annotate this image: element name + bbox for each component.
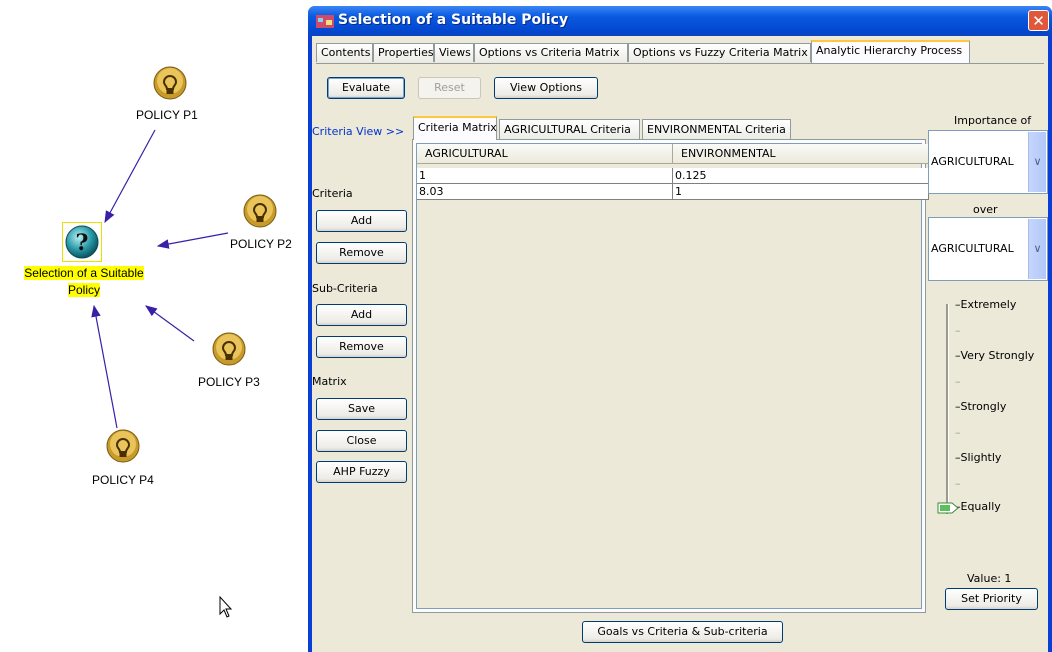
arrow-p3	[145, 305, 195, 342]
title-bar[interactable]: Selection of a Suitable Policy ✕	[308, 6, 1052, 36]
criteria-matrix-table: AGRICULTURAL ENVIRONMENTAL 1 0.125 8.03 …	[416, 143, 929, 609]
lightbulb-icon[interactable]	[153, 66, 187, 104]
table-cell[interactable]: 1	[417, 168, 673, 184]
slider-minor-tick: –	[955, 477, 961, 490]
close-button[interactable]: Close	[316, 430, 407, 452]
lightbulb-icon[interactable]	[212, 332, 246, 370]
slider-label-extremely: –Extremely	[955, 298, 1017, 311]
window-title: Selection of a Suitable Policy	[338, 12, 569, 28]
add-sub-criteria-button[interactable]: Add	[316, 304, 407, 326]
slider-label-very-strongly: –Very Strongly	[955, 349, 1035, 362]
policy-label: POLICY P3	[198, 375, 260, 389]
criteria-matrix-panel: AGRICULTURAL ENVIRONMENTAL 1 0.125 8.03 …	[412, 139, 929, 613]
slider-label-equally: –Equally	[955, 500, 1001, 513]
importance-slider-track[interactable]	[946, 304, 949, 514]
arrow-p1	[104, 129, 156, 224]
importance-second-select[interactable]: AGRICULTURAL ∨	[928, 217, 1048, 281]
over-label: over	[973, 203, 998, 216]
tab-contents[interactable]: Contents	[316, 43, 373, 62]
slider-minor-tick: –	[955, 324, 961, 337]
criteria-label: Criteria	[312, 187, 353, 200]
tab-agricultural-criteria[interactable]: AGRICULTURAL Criteria	[499, 119, 640, 139]
tab-properties[interactable]: Properties	[373, 43, 434, 62]
tab-analytic-hierarchy-process[interactable]: Analytic Hierarchy Process	[811, 40, 970, 63]
policy-label: POLICY P1	[136, 108, 198, 122]
policy-label: POLICY P4	[92, 473, 154, 487]
lightbulb-icon[interactable]	[243, 194, 277, 232]
ahp-window: Selection of a Suitable Policy ✕ Content…	[308, 6, 1052, 652]
arrow-p2	[156, 232, 229, 249]
tab-criteria-matrix[interactable]: Criteria Matrix	[413, 116, 497, 140]
column-header-environmental[interactable]: ENVIRONMENTAL	[673, 144, 929, 164]
tab-divider	[316, 63, 1044, 64]
evaluate-button[interactable]: Evaluate	[327, 77, 405, 99]
importance-of-label: Importance of	[954, 114, 1032, 127]
remove-sub-criteria-button[interactable]: Remove	[316, 336, 407, 358]
matrix-label: Matrix	[312, 375, 347, 388]
lightbulb-icon[interactable]	[106, 429, 140, 467]
importance-first-select[interactable]: AGRICULTURAL ∨	[928, 130, 1048, 194]
view-options-button[interactable]: View Options	[494, 77, 598, 99]
second-selected-value: AGRICULTURAL	[931, 242, 1014, 255]
table-header: AGRICULTURAL ENVIRONMENTAL	[417, 144, 929, 164]
slider-label-strongly: –Strongly	[955, 400, 1007, 413]
reset-button[interactable]: Reset	[418, 77, 481, 99]
set-priority-button[interactable]: Set Priority	[945, 588, 1038, 610]
svg-text:?: ?	[76, 230, 89, 256]
criteria-view-link[interactable]: Criteria View >>	[312, 125, 404, 138]
add-criteria-button[interactable]: Add	[316, 210, 407, 232]
policy-label: POLICY P2	[230, 237, 292, 251]
chevron-down-icon[interactable]: ∨	[1028, 219, 1046, 279]
column-header-agricultural[interactable]: AGRICULTURAL	[417, 144, 673, 164]
value-readout: Value: 1	[967, 572, 1012, 585]
slider-thumb[interactable]	[937, 502, 959, 514]
tab-options-vs-fuzzy-criteria-matrix[interactable]: Options vs Fuzzy Criteria Matrix	[628, 43, 811, 62]
table-cell[interactable]: 1	[673, 184, 929, 200]
goal-label[interactable]: Selection of a Suitable Policy	[10, 265, 158, 299]
tab-views[interactable]: Views	[434, 43, 474, 62]
tab-environmental-criteria[interactable]: ENVIRONMENTAL Criteria	[642, 119, 791, 139]
arrow-p4	[91, 304, 118, 429]
question-icon: ?	[65, 225, 99, 259]
goals-vs-criteria-button[interactable]: Goals vs Criteria & Sub-criteria	[582, 621, 783, 643]
tab-options-vs-criteria-matrix[interactable]: Options vs Criteria Matrix	[474, 43, 628, 62]
slider-minor-tick: –	[955, 426, 961, 439]
slider-label-slightly: –Slightly	[955, 451, 1002, 464]
save-button[interactable]: Save	[316, 398, 407, 420]
sub-criteria-label: Sub-Criteria	[312, 282, 378, 295]
slider-minor-tick: –	[955, 375, 961, 388]
mouse-pointer-icon	[219, 596, 233, 618]
table-cell[interactable]: 8.03	[417, 184, 673, 200]
app-icon	[316, 15, 334, 28]
ahp-fuzzy-button[interactable]: AHP Fuzzy	[316, 461, 407, 483]
first-selected-value: AGRICULTURAL	[931, 155, 1014, 168]
table-cell[interactable]: 0.125	[673, 168, 929, 184]
remove-criteria-button[interactable]: Remove	[316, 242, 407, 264]
chevron-down-icon[interactable]: ∨	[1028, 132, 1046, 192]
goal-node[interactable]: ?	[62, 222, 102, 262]
window-content: Contents Properties Views Options vs Cri…	[312, 36, 1048, 652]
close-window-button[interactable]: ✕	[1028, 10, 1049, 31]
